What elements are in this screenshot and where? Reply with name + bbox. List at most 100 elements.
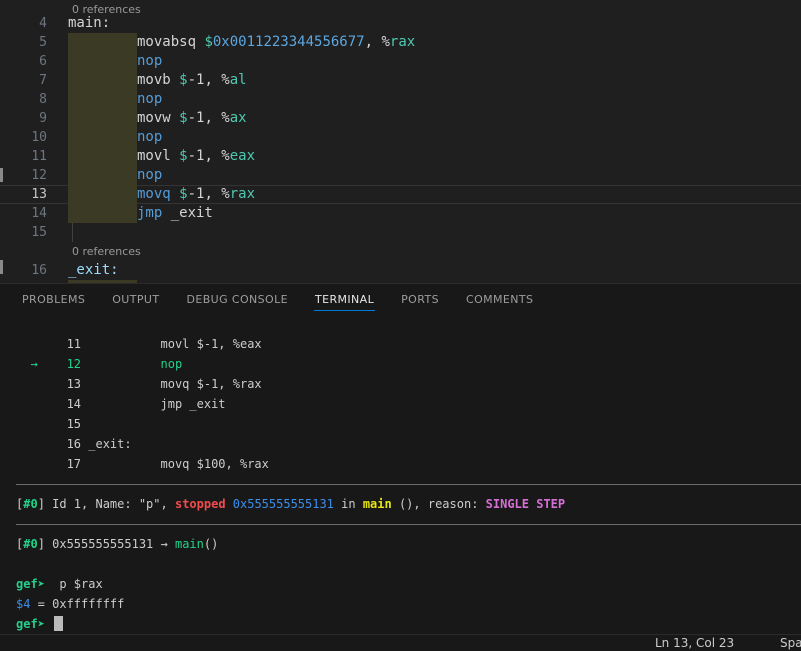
terminal-text: 0x555555555131 (233, 497, 334, 511)
cursor-position[interactable]: Ln 13, Col 23 (655, 636, 734, 651)
terminal-text: SINGLE STEP (486, 497, 565, 511)
line-number[interactable]: 7 (0, 71, 47, 90)
editor-rows: 0 references 4 main:5movabsq $0x0011223344… (0, 0, 801, 283)
terminal-line: 17 movq $100, %rax (16, 454, 801, 474)
code-token: -1, % (188, 109, 230, 128)
terminal-rows: 11 movl $-1, %eax → 12 nop 13 movq $-1, … (16, 334, 801, 634)
line-number[interactable]: 16 (0, 261, 47, 280)
terminal-text: in (334, 497, 363, 511)
bottom-panel: PROBLEMS OUTPUT DEBUG CONSOLE TERMINAL PORTS… (0, 283, 801, 634)
panel-tab-problems[interactable]: PROBLEMS (21, 289, 86, 310)
terminal-text: gef➤ (16, 617, 52, 631)
code-line[interactable]: 12nop (0, 166, 801, 185)
code-token: $ (179, 147, 187, 166)
line-number[interactable]: 5 (0, 33, 47, 52)
line-number (0, 0, 47, 14)
terminal-line: 16 _exit: (16, 434, 801, 454)
terminal-line: 13 movq $-1, %rax (16, 374, 801, 394)
indent-highlight (68, 223, 137, 242)
code-token: rax (390, 33, 415, 52)
terminal-text: main (175, 537, 204, 551)
indent-highlight (68, 280, 137, 283)
panel-tab-ports[interactable]: PORTS (400, 289, 440, 310)
codelens-references[interactable]: 0 references (72, 0, 141, 14)
terminal-text: ] Id 1, Name: "p", (38, 497, 175, 511)
code-token: eax (230, 147, 255, 166)
status-bar: Ln 13, Col 23 Spa (0, 634, 801, 651)
terminal-text: 13 movq $-1, %rax (16, 377, 262, 391)
panel-tab-debug-console[interactable]: DEBUG CONSOLE (185, 289, 289, 310)
panel-tab-comments[interactable]: COMMENTS (465, 289, 534, 310)
code-token: $ (179, 109, 187, 128)
terminal-text: 16 _exit: (16, 437, 132, 451)
code-token: nop (137, 90, 162, 109)
indent-highlight (68, 204, 137, 223)
separator-line (16, 484, 801, 485)
terminal-text: stopped (175, 497, 233, 511)
line-number[interactable]: 12 (0, 166, 47, 185)
codelens-references[interactable]: 0 references (72, 242, 141, 261)
terminal-line: [#0] 0x555555555131 → main() (16, 534, 801, 554)
code-token: , % (365, 33, 390, 52)
terminal-line: $4 = 0xffffffff (16, 594, 801, 614)
code-line[interactable] (0, 280, 801, 283)
indent-highlight (68, 52, 137, 71)
code-editor[interactable]: 0 references 4 main:5movabsq $0x0011223344… (0, 0, 801, 283)
panel-tab-output[interactable]: OUTPUT (111, 289, 160, 310)
gutter-mark (0, 168, 3, 182)
line-number[interactable]: 4 (0, 14, 47, 33)
code-line[interactable]: 6 nop (0, 52, 801, 71)
code-token: al (230, 71, 247, 90)
terminal-text: 11 movl $-1, %eax (16, 337, 262, 351)
indent-highlight (68, 90, 137, 109)
code-line[interactable]: 15 (0, 223, 801, 242)
code-token: $ (179, 185, 187, 204)
terminal-text: gef➤ (16, 577, 45, 591)
terminal[interactable]: 11 movl $-1, %eax → 12 nop 13 movq $-1, … (0, 315, 801, 634)
code-line[interactable]: 10nop (0, 128, 801, 147)
terminal-text: $4 (16, 597, 30, 611)
indent-highlight (68, 166, 137, 185)
panel-tab-terminal[interactable]: TERMINAL (314, 289, 375, 310)
line-number[interactable]: 11 (0, 147, 47, 166)
code-line[interactable]: 16_exit: (0, 261, 801, 280)
code-line[interactable]: 9movw $-1, %ax (0, 109, 801, 128)
codelens[interactable]: 0 references (0, 0, 801, 14)
line-number[interactable]: 10 (0, 128, 47, 147)
indent-highlight (68, 109, 137, 128)
spaces-indicator[interactable]: Spa (780, 636, 801, 651)
code-token: movl (137, 147, 179, 166)
code-line[interactable]: 11movl $-1, %eax (0, 147, 801, 166)
line-number[interactable]: 14 (0, 204, 47, 223)
terminal-text: #0 (23, 537, 37, 551)
code-line[interactable]: 8 nop (0, 90, 801, 109)
terminal-text: = 0xffffffff (30, 597, 124, 611)
terminal-line (16, 554, 801, 574)
code-line[interactable]: 13movq $-1, %rax (0, 185, 801, 204)
terminal-text: (), reason: (392, 497, 486, 511)
terminal-cursor (54, 616, 63, 631)
terminal-line: gef➤ (16, 614, 801, 634)
code-token: _exit (171, 204, 213, 223)
indent-highlight (68, 71, 137, 90)
code-line[interactable]: 5movabsq $0x0011223344556677, %rax (0, 33, 801, 52)
code-line[interactable]: 14jmp _exit (0, 204, 801, 223)
codelens[interactable]: 0 references (0, 242, 801, 261)
code-token: nop (137, 52, 162, 71)
line-number[interactable]: 15 (0, 223, 47, 242)
code-token: movb (137, 71, 179, 90)
code-token: 0x0011223344556677 (213, 33, 365, 52)
code-token: movq (137, 185, 179, 204)
separator-line (16, 524, 801, 525)
line-number[interactable]: 8 (0, 90, 47, 109)
code-line[interactable]: 4 main: (0, 14, 801, 33)
code-token: main: (68, 14, 110, 33)
code-token: $ (179, 71, 187, 90)
line-number[interactable]: 9 (0, 109, 47, 128)
line-number[interactable]: 6 (0, 52, 47, 71)
line-number[interactable]: 13 (0, 185, 47, 204)
code-token: -1, % (188, 185, 230, 204)
code-token: ax (230, 109, 247, 128)
code-line[interactable]: 7movb $-1, %al (0, 71, 801, 90)
line-number (0, 242, 47, 261)
